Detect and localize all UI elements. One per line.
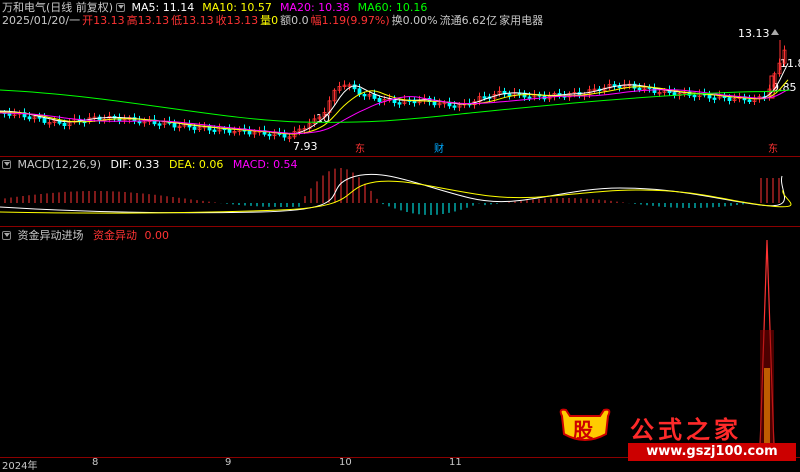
watermark-brand: 公式之家 [630, 416, 742, 444]
candle-body [42, 117, 47, 123]
candle-body [727, 97, 732, 101]
candle-body [652, 87, 657, 93]
candle-body [397, 102, 402, 105]
candle-body [362, 93, 367, 97]
fund-spike-bar [760, 330, 774, 448]
candle-body [747, 99, 752, 102]
candle-body [452, 105, 457, 108]
chart-canvas[interactable] [0, 0, 800, 467]
candle-body [27, 116, 32, 120]
candle-body [172, 122, 177, 128]
watermark-logo-char: 股 [573, 418, 593, 442]
candle-body [432, 101, 437, 106]
candle-body [507, 93, 512, 97]
candle-body [192, 126, 197, 130]
candle-body [482, 96, 487, 99]
candle-body [157, 123, 162, 126]
dif-line [0, 173, 785, 214]
candle-body [247, 130, 252, 135]
candle-body [617, 85, 622, 89]
watermark-logo: 股 [556, 406, 614, 446]
candle-body [377, 98, 382, 102]
candle-body [62, 122, 67, 126]
candle-body [527, 96, 532, 99]
candle-body [712, 97, 717, 100]
candle-body [267, 133, 272, 137]
candle-body [692, 94, 697, 98]
candle-body [637, 87, 642, 91]
candle-body [212, 129, 217, 132]
watermark-url: www.gszj100.com [628, 443, 796, 461]
candle-body [372, 94, 377, 99]
